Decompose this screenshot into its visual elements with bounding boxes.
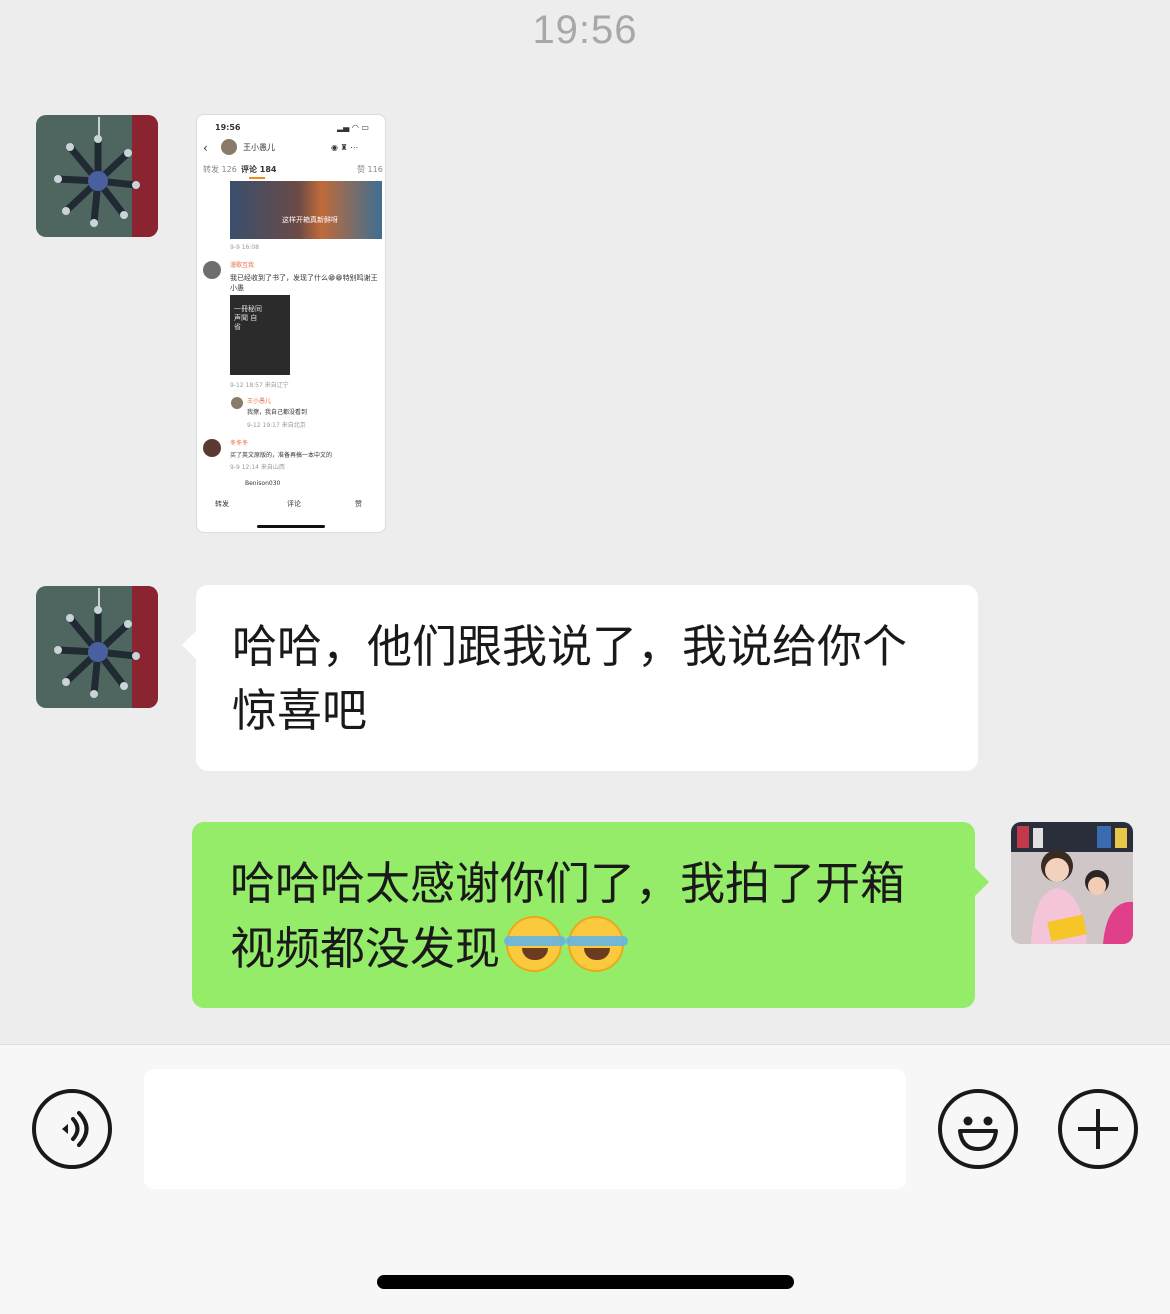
screenshot-book-photo: 一冊秘同 声聞 自省 [230,295,290,375]
screenshot-post-time: 9-9 16:08 [230,244,259,251]
voice-button[interactable] [32,1089,112,1169]
screenshot-tab-repost: 转发 126 [203,165,237,174]
screenshot-commenter2-avatar [203,439,221,457]
screenshot-reply-name: 王小愚儿 [247,398,272,405]
screenshot-reply-text: 我擦，我自己都没看到 [247,409,308,416]
screenshot-tab-likes: 赞 116 [357,165,383,174]
screenshot-comment-time: 9-12 18:57 来自辽宁 [230,382,289,389]
screenshot-video-thumbnail: 这样开箱真新鲜呀 [230,181,382,239]
laughing-crying-emoji-icon [566,916,629,972]
screenshot-comment2-time: 9-9 12:14 来自山西 [230,464,285,471]
incoming-message-text: 哈哈，他们跟我说了，我说给你个惊喜吧 [232,620,908,737]
incoming-message-bubble[interactable]: 哈哈，他们跟我说了，我说给你个惊喜吧 [182,585,978,771]
child-photo-icon [1011,822,1133,944]
screenshot-commenter-avatar [203,261,221,279]
screenshot-status-icons: ▂▄ ◠ ▭ [337,123,369,132]
screenshot-home-indicator [257,525,325,528]
screenshot-user-name: 王小愚儿 [243,143,275,152]
screenshot-video-caption: 这样开箱真新鲜呀 [282,216,338,224]
screenshot-comment-text: 我已经收到了书了，发现了什么😁😁特别鸣谢王小愚 [230,274,378,292]
plus-icon [1078,1109,1118,1149]
more-button[interactable] [1058,1089,1138,1169]
outgoing-message-bubble[interactable]: 哈哈哈太感谢你们了，我拍了开箱视频都没发现 [192,822,989,1008]
screenshot-reply-time: 9-12 19:17 来自北京 [247,422,306,429]
screenshot-book-text: 一冊秘同 声聞 自省 [234,305,262,331]
screenshot-tab-comments: 评论 184 [241,165,277,174]
screenshot-commenter-name: 漫歌互我 [230,262,255,269]
screenshot-commenter3-name: Benison030 [245,480,281,487]
cable-hub-icon [54,135,140,227]
outgoing-message-text: 哈哈哈太感谢你们了，我拍了开箱视频都没发现 [230,857,906,975]
screenshot-action-like: 赞 [355,500,362,508]
emoji-icon [958,1116,998,1151]
screenshot-reply-avatar [231,397,243,409]
input-toolbar [0,1044,1170,1314]
screenshot-header-icons: ◉ ♜ ⋯ [331,143,359,152]
screenshot-commenter2-name: 冬冬冬 [230,440,249,447]
image-message[interactable]: 19:56 ▂▄ ◠ ▭ ‹ 王小愚儿 ◉ ♜ ⋯ 转发 126 评论 184 … [196,114,386,533]
friend-avatar[interactable] [36,115,158,237]
screenshot-action-repost: 转发 [215,500,229,508]
self-avatar[interactable] [1011,822,1133,944]
screenshot-action-comment: 评论 [287,500,301,508]
screenshot-comment2-text: 买了英文原版的，准备再搞一本中文的 [230,452,333,459]
home-indicator [377,1275,794,1289]
screenshot-user-avatar [221,139,237,155]
message-timestamp: 19:56 [532,8,638,52]
screenshot-status-time: 19:56 [215,123,241,132]
emoji-button[interactable] [938,1089,1018,1169]
cable-hub-icon [54,606,140,698]
message-input[interactable] [144,1069,906,1189]
friend-avatar[interactable] [36,586,158,708]
voice-icon [62,1111,89,1147]
screenshot-back-icon: ‹ [203,141,208,155]
laughing-crying-emoji-icon [504,916,567,972]
screenshot-tab-underline [249,177,265,179]
